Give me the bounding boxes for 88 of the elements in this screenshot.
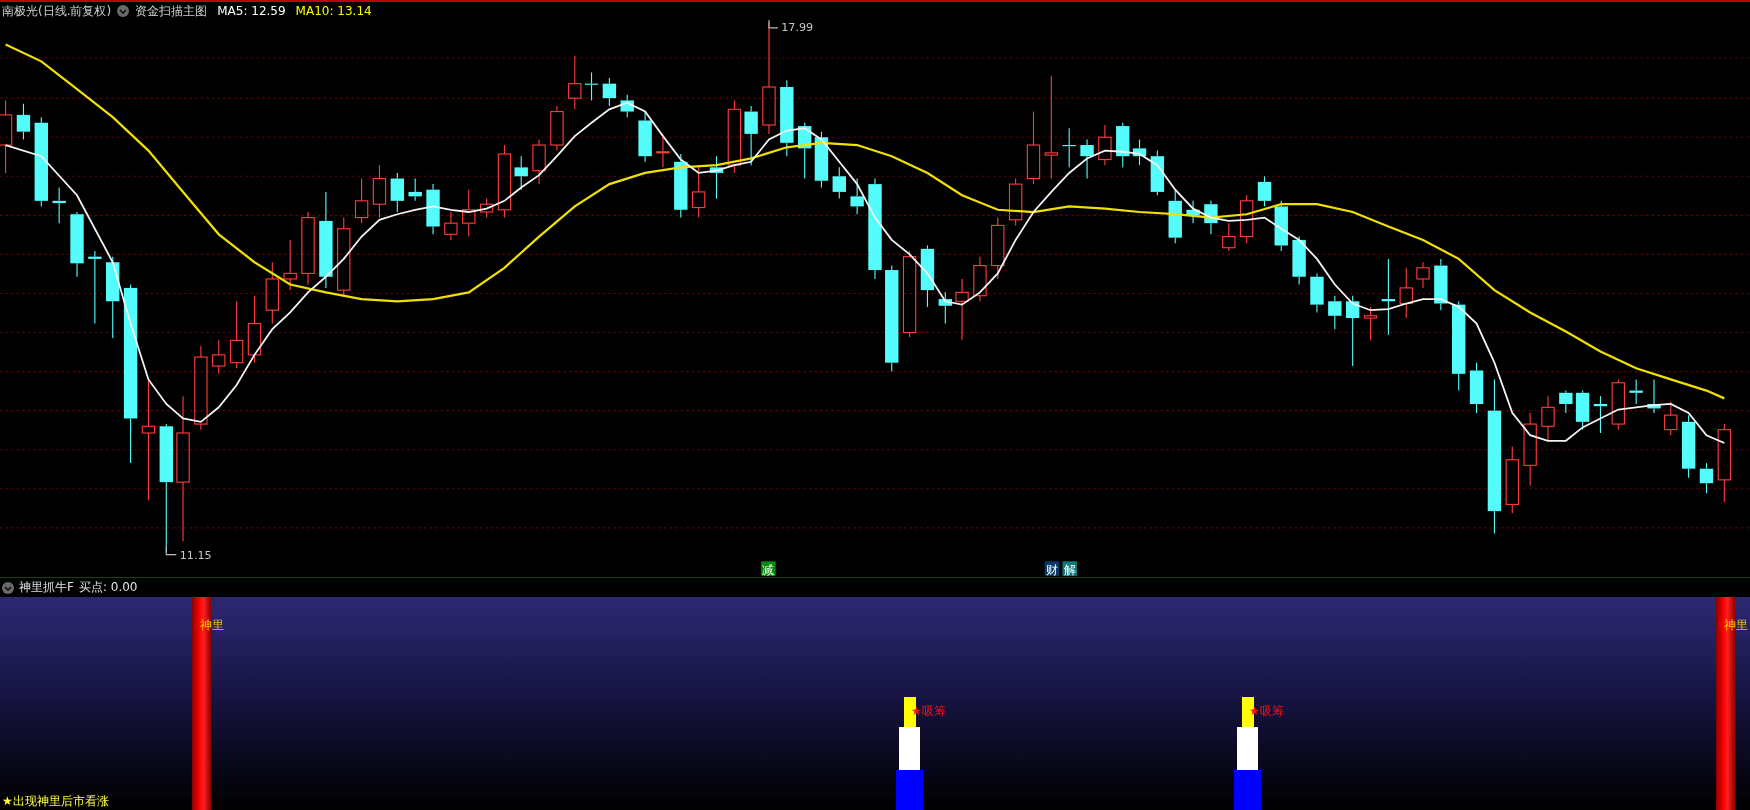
candlestick xyxy=(479,198,494,219)
candlestick xyxy=(1008,177,1023,226)
candlestick xyxy=(550,105,564,152)
candlestick xyxy=(920,244,935,308)
chart-title: 南极光(日线.前复权) xyxy=(2,2,112,20)
candlestick xyxy=(1062,127,1076,168)
candlestick xyxy=(1222,222,1236,252)
candlestick xyxy=(1310,272,1324,313)
candlestick xyxy=(1132,138,1147,166)
dropdown-icon[interactable] xyxy=(117,5,130,17)
candlestick xyxy=(16,103,31,140)
candlestick xyxy=(408,177,422,202)
indicator-title[interactable]: 神里抓牛F xyxy=(19,579,74,596)
candlestick xyxy=(1150,150,1165,196)
event-badge: 减 xyxy=(761,561,776,577)
candlestick xyxy=(620,94,634,118)
candlestick xyxy=(1416,261,1430,289)
ma10-reading: MA10: 13.14 xyxy=(295,4,372,18)
candlestick xyxy=(850,177,864,215)
candlestick xyxy=(1080,138,1094,180)
candlestick xyxy=(638,111,652,163)
candlestick xyxy=(1505,445,1519,514)
candlestick xyxy=(283,239,297,291)
candlestick xyxy=(1186,200,1200,224)
candlestick xyxy=(1611,378,1625,431)
candlestick xyxy=(1629,378,1643,405)
indicator-name[interactable]: 资金扫描主图 xyxy=(135,2,208,20)
candlestick xyxy=(532,138,546,185)
leader-line xyxy=(768,20,779,29)
candlestick xyxy=(52,186,66,224)
note-text: ★出现神里后市看涨 xyxy=(2,793,109,810)
candlestick xyxy=(1204,200,1218,235)
candlestick xyxy=(798,122,812,180)
candlestick xyxy=(1575,390,1590,431)
candlestick xyxy=(744,105,758,166)
leader-line xyxy=(165,546,177,556)
candlestick xyxy=(1346,295,1360,367)
candlestick xyxy=(1292,236,1306,286)
candlestick xyxy=(656,133,670,168)
candlestick xyxy=(1593,395,1608,434)
dropdown-icon[interactable] xyxy=(2,581,14,594)
candlestick xyxy=(1647,378,1661,414)
candlestick xyxy=(514,155,528,191)
candlestick xyxy=(354,177,369,224)
candlestick xyxy=(602,77,617,107)
candlestick xyxy=(973,256,987,302)
candlestick xyxy=(1434,258,1448,311)
candlestick xyxy=(1257,175,1272,207)
candlestick xyxy=(584,71,599,101)
event-badge: 财 xyxy=(1044,561,1060,577)
candlestick xyxy=(1363,306,1378,341)
high-price-label: 17.99 xyxy=(781,21,814,35)
candlestick xyxy=(1664,401,1678,436)
candlestick xyxy=(568,55,582,110)
candlestick xyxy=(709,155,724,200)
low-price-label: 11.15 xyxy=(179,549,212,563)
candlestick xyxy=(265,261,279,325)
candlestick xyxy=(390,172,404,213)
buy-point-reading: 买点: 0.00 xyxy=(78,579,138,596)
candlestick xyxy=(991,217,1005,280)
candlestick xyxy=(70,211,84,278)
candlestick xyxy=(1399,267,1413,319)
candlestick xyxy=(1098,124,1112,166)
candlestick xyxy=(229,300,244,369)
candlestick xyxy=(462,189,476,238)
candlestick xyxy=(1328,295,1342,330)
candlestick xyxy=(372,164,387,219)
candlestick xyxy=(1541,395,1555,442)
candlestick xyxy=(1469,362,1484,414)
candlestick xyxy=(444,211,458,241)
candlestick xyxy=(1116,122,1130,168)
candlestick xyxy=(1168,189,1182,244)
candlestick xyxy=(955,278,969,341)
event-badge: 解 xyxy=(1062,561,1077,577)
candlestick xyxy=(938,291,952,325)
candlestick xyxy=(1239,194,1254,244)
candlestick xyxy=(814,131,829,188)
candlestick xyxy=(1681,414,1696,479)
candlestick xyxy=(247,295,262,364)
candlestick xyxy=(691,166,706,219)
ma5-reading: MA5: 12.59 xyxy=(217,4,286,18)
candlestick xyxy=(1699,462,1714,494)
candlestick xyxy=(1559,390,1573,414)
candlestick xyxy=(426,183,440,235)
candlestick xyxy=(212,339,226,375)
candlestick xyxy=(1274,200,1288,252)
candlestick xyxy=(674,153,688,219)
candlestick xyxy=(832,166,846,200)
